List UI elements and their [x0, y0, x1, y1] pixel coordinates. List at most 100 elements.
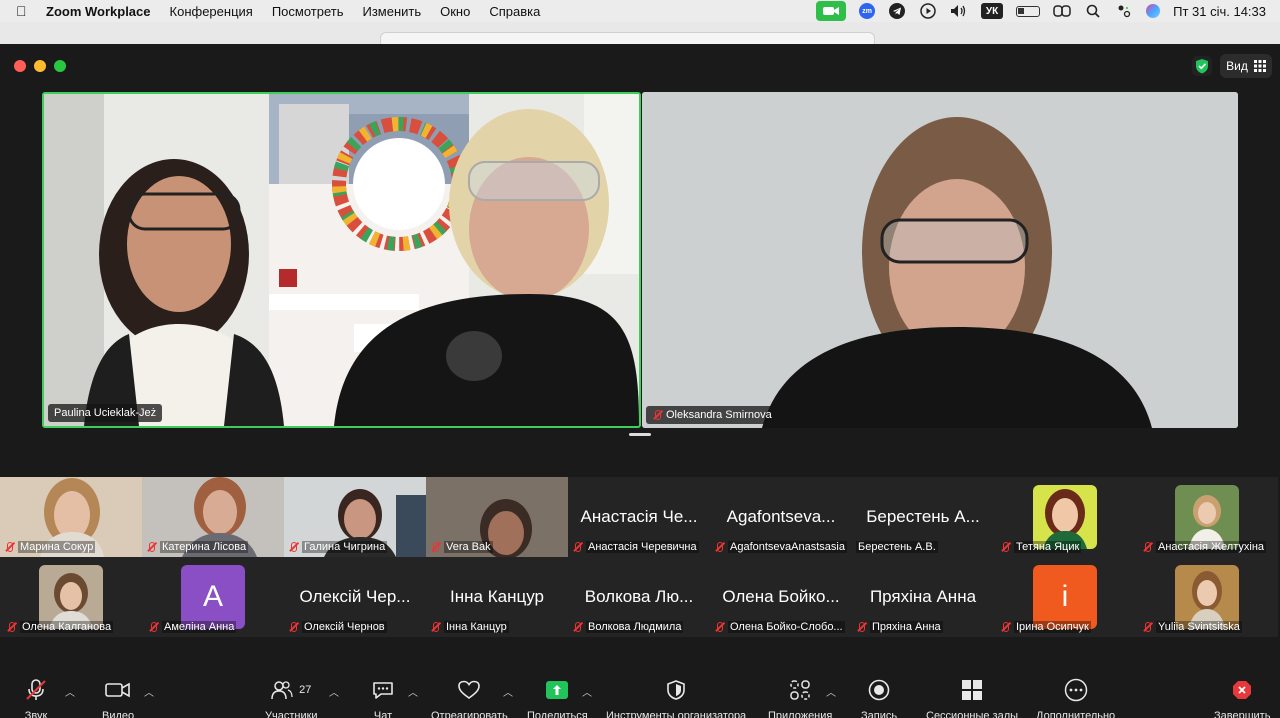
video-tile-speaker-2[interactable]: Oleksandra Smirnova: [642, 92, 1238, 428]
zoom-meeting-window: Вид Paulina Ucieklak-Jeż Oleksandra Smir…: [0, 44, 1280, 718]
participant-tile[interactable]: Олексій Чер... Олексій Чернов: [284, 557, 426, 637]
participant-letter-avatar: i: [1033, 565, 1097, 629]
participant-tile[interactable]: Agafontseva... AgafontsevaAnastsasia: [710, 477, 852, 557]
view-layout-button[interactable]: Вид: [1220, 54, 1272, 78]
menu-view[interactable]: Посмотреть: [272, 4, 344, 19]
shield-icon: [667, 680, 685, 700]
participant-display-name: Інна Канцур: [450, 587, 544, 606]
apple-icon[interactable]: : [16, 3, 32, 19]
participant-display-name: Волкова Лю...: [584, 587, 694, 606]
video-tile-active-speaker[interactable]: Paulina Ucieklak-Jeż: [42, 92, 641, 428]
muted-microphone-icon: [26, 679, 46, 700]
muted-mic-icon: [6, 622, 16, 632]
volume-icon[interactable]: [950, 3, 968, 19]
muted-mic-icon: [4, 542, 14, 552]
menu-help[interactable]: Справка: [489, 4, 540, 19]
participant-tile[interactable]: A Амеліна Анна: [142, 557, 284, 637]
react-button[interactable]: Отреагировать: [431, 676, 508, 718]
breakout-rooms-icon: [962, 680, 983, 700]
battery-icon[interactable]: [1016, 5, 1041, 17]
muted-mic-icon: [146, 542, 156, 552]
encryption-shield-icon[interactable]: [1192, 56, 1212, 76]
video-options-caret-icon[interactable]: ︿: [144, 684, 154, 699]
minimize-window-button[interactable]: [34, 60, 46, 72]
participant-tile[interactable]: i Ірина Осипчук: [994, 557, 1136, 637]
muted-mic-icon: [430, 542, 440, 552]
breakout-rooms-button[interactable]: Сессионные залы: [926, 676, 1018, 718]
siri-icon[interactable]: [1146, 4, 1161, 18]
participant-tile[interactable]: Марина Сокур: [0, 477, 142, 557]
participant-avatar: [1175, 565, 1239, 629]
muted-mic-icon: [148, 622, 158, 632]
record-icon: [868, 679, 890, 701]
share-screen-button[interactable]: Поделиться: [527, 676, 588, 718]
participant-tile[interactable]: Галина Чигрина: [284, 477, 426, 557]
share-options-caret-icon[interactable]: ︿: [582, 684, 592, 699]
fullscreen-window-button[interactable]: [54, 60, 66, 72]
participant-tile[interactable]: Берестень А... Берестень А.В.: [852, 477, 994, 557]
zoom-tray-icon[interactable]: zm: [859, 3, 876, 19]
participant-tile[interactable]: Катерина Лісова: [142, 477, 284, 557]
participant-tile[interactable]: Vera Bak: [426, 477, 568, 557]
participant-tile[interactable]: Інна Канцур Інна Канцур: [426, 557, 568, 637]
participant-tile[interactable]: Волкова Лю... Волкова Людмила: [568, 557, 710, 637]
muted-mic-icon: [652, 410, 662, 420]
participant-tile[interactable]: Тетяна Яцик: [994, 477, 1136, 557]
control-center-icon[interactable]: [1115, 3, 1133, 19]
close-window-button[interactable]: [14, 60, 26, 72]
participant-display-name: Agafontseva...: [726, 507, 836, 526]
play-icon[interactable]: [919, 3, 937, 19]
menu-conference[interactable]: Конференция: [170, 4, 253, 19]
meeting-toolbar: Звук ︿ Видео ︿ 27 Участники ︿ Чат ︿ Отре…: [0, 670, 1280, 718]
host-tools-button[interactable]: Инструменты организатора: [606, 676, 746, 718]
keyboard-layout-indicator[interactable]: УК: [981, 3, 1004, 19]
chat-options-caret-icon[interactable]: ︿: [408, 684, 418, 699]
participants-button[interactable]: 27 Участники: [265, 676, 318, 718]
participant-tile[interactable]: Олена Бойко... Олена Бойко-Слобо...: [710, 557, 852, 637]
menu-window[interactable]: Окно: [440, 4, 470, 19]
window-titlebar: Вид: [0, 44, 1280, 86]
participant-display-name: Пряхіна Анна: [869, 587, 977, 606]
menu-app-name[interactable]: Zoom Workplace: [46, 4, 151, 19]
audio-button[interactable]: Звук: [24, 676, 48, 718]
audio-options-caret-icon[interactable]: ︿: [65, 684, 75, 699]
telegram-icon[interactable]: [888, 3, 906, 19]
participant-tile[interactable]: Пряхіна Анна Пряхіна Анна: [852, 557, 994, 637]
participant-display-name: Олена Бойко...: [722, 587, 840, 606]
apps-options-caret-icon[interactable]: ︿: [826, 684, 836, 699]
video-button[interactable]: Видео: [102, 676, 134, 718]
more-icon: [1064, 678, 1087, 702]
zoom-camera-tray-icon[interactable]: [816, 1, 847, 21]
gallery-strip: Марина Сокур Катерина Лісова Галина Чигр…: [0, 477, 1280, 637]
participants-count: 27: [299, 684, 312, 696]
participant-display-name: Берестень А...: [866, 507, 980, 526]
react-options-caret-icon[interactable]: ︿: [503, 684, 513, 699]
participants-options-caret-icon[interactable]: ︿: [329, 684, 339, 699]
menu-edit[interactable]: Изменить: [362, 4, 421, 19]
end-meeting-button[interactable]: Завершить: [1214, 676, 1270, 718]
share-screen-icon: [546, 681, 569, 699]
participant-avatar: [39, 565, 103, 629]
screen-mirroring-icon[interactable]: [1053, 3, 1071, 19]
heart-icon: [458, 680, 481, 699]
participant-tile[interactable]: Олена Калганова: [0, 557, 142, 637]
participant-avatar: [1175, 485, 1239, 549]
participant-avatar: [1033, 485, 1097, 549]
participant-tile[interactable]: Анастасія Че... Анастасія Черевична: [568, 477, 710, 557]
muted-mic-icon: [288, 542, 298, 552]
participants-icon: [271, 681, 293, 700]
chat-button[interactable]: Чат: [372, 676, 394, 718]
record-button[interactable]: Запись: [861, 676, 897, 718]
muted-mic-icon: [714, 622, 724, 632]
muted-mic-icon: [430, 622, 440, 632]
participant-tile[interactable]: Анастасія Желтухіна: [1136, 477, 1278, 557]
resize-drag-handle[interactable]: [629, 433, 651, 436]
menubar-clock[interactable]: Пт 31 січ. 14:33: [1173, 4, 1266, 19]
participant-display-name: Олексій Чер...: [299, 587, 411, 606]
macos-menubar:  Zoom Workplace Конференция Посмотреть …: [0, 0, 1280, 22]
search-icon[interactable]: [1084, 3, 1102, 19]
apps-button[interactable]: Приложения: [768, 676, 832, 718]
more-button[interactable]: Дополнительно: [1036, 676, 1115, 718]
participant-tile[interactable]: Yuliia Svintsitska: [1136, 557, 1278, 637]
chat-icon: [373, 682, 393, 699]
